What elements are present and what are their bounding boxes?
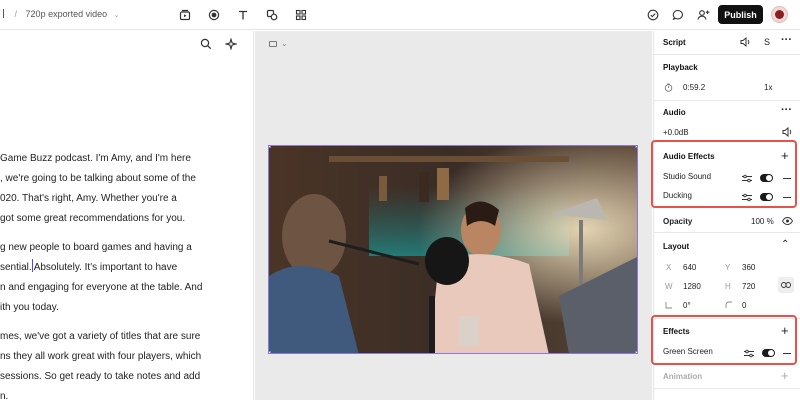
transcript-paragraph[interactable]: Game Buzz podcast. I'm Amy, and I'm here… — [0, 149, 253, 229]
x-label: X — [666, 263, 672, 272]
canvas-layout-selector[interactable]: ⌄ — [269, 39, 288, 48]
rotation-icon — [664, 300, 673, 309]
transcript-line: mes, we've got a variety of titles that … — [0, 331, 201, 342]
transcript-line: , we're going to be talking about some o… — [0, 173, 196, 184]
playback-section-title: Playback — [663, 63, 698, 72]
link-icon[interactable] — [778, 277, 794, 293]
transcript-text: sential. — [0, 262, 32, 273]
add-animation-icon[interactable]: + — [781, 368, 789, 383]
search-icon[interactable] — [199, 37, 213, 51]
w-value[interactable]: 1280 — [683, 282, 701, 291]
transcript-line: 020. That's right, Amy. Whether you're a — [0, 193, 177, 204]
aspect-ratio-icon — [269, 40, 277, 47]
audio-section-title: Audio — [663, 108, 686, 117]
chevron-down-icon[interactable]: ⌄ — [114, 12, 120, 19]
w-label: W — [665, 282, 673, 291]
comment-icon[interactable] — [670, 7, 686, 23]
corner-radius-value[interactable]: 0 — [742, 301, 746, 310]
sparkle-icon[interactable] — [224, 37, 238, 51]
properties-panel: Script S ··· Playback 0:59.2 1x Audio ··… — [651, 31, 800, 400]
eye-icon[interactable] — [781, 216, 793, 226]
transcript-line: sessions. So get ready to take notes and… — [0, 371, 201, 382]
add-user-icon[interactable] — [695, 7, 711, 23]
text-icon[interactable] — [235, 7, 251, 23]
transcript-line: n. — [0, 391, 9, 400]
playback-speed[interactable]: 1x — [764, 83, 772, 92]
timer-icon — [663, 82, 673, 92]
grid-icon[interactable] — [293, 7, 309, 23]
project-title[interactable]: 720p exported video — [26, 9, 108, 19]
video-thumbnail-image — [269, 146, 637, 353]
divider — [654, 54, 800, 55]
h-label: H — [725, 282, 731, 291]
animation-section-title: Animation — [663, 372, 703, 381]
video-frame[interactable] — [268, 145, 638, 354]
speaker-icon[interactable] — [739, 36, 751, 48]
corner-radius-icon — [724, 300, 733, 309]
chevron-up-icon[interactable]: ⌃ — [781, 239, 789, 250]
resize-handle-top-right[interactable] — [635, 146, 637, 148]
transcript-panel: Game Buzz podcast. I'm Amy, and I'm here… — [0, 31, 254, 400]
avatar[interactable] — [771, 6, 788, 23]
speaker-icon[interactable] — [781, 126, 793, 138]
resize-handle-bottom-right[interactable] — [635, 351, 637, 353]
canvas-area[interactable]: ⌄ — [255, 31, 652, 400]
more-options-icon[interactable]: ··· — [781, 104, 792, 116]
transcript-line: g new people to board games and having a — [0, 242, 192, 253]
breadcrumb: / 720p exported video ⌄ — [0, 9, 120, 19]
audio-volume[interactable]: +0.0dB — [663, 128, 689, 137]
transcript-line: n and engaging for everyone at the table… — [0, 282, 203, 293]
transcript-line: Game Buzz podcast. I'm Amy, and I'm here — [0, 153, 191, 164]
y-label: Y — [725, 263, 731, 272]
divider — [654, 100, 800, 101]
divider — [654, 232, 800, 233]
opacity-value[interactable]: 100 % — [751, 217, 774, 226]
media-icon[interactable] — [177, 7, 193, 23]
transcript-line: ith you today. — [0, 302, 59, 313]
record-icon[interactable] — [206, 7, 222, 23]
y-value[interactable]: 360 — [742, 263, 755, 272]
check-icon[interactable] — [645, 7, 661, 23]
transcript-line: ns they all work great with four players… — [0, 351, 202, 362]
speaker-initial[interactable]: S — [764, 37, 770, 47]
transcript-line: sential. Absolutely. It's important to ha… — [0, 258, 253, 278]
rotation-value[interactable]: 0° — [683, 301, 691, 310]
shapes-icon[interactable] — [264, 7, 280, 23]
script-section-title: Script — [663, 38, 686, 47]
effects-highlight — [651, 315, 797, 365]
more-options-icon[interactable]: ··· — [781, 34, 792, 46]
publish-button[interactable]: Publish — [718, 5, 763, 24]
transcript-paragraph[interactable]: g new people to board games and having a… — [0, 238, 253, 318]
x-value[interactable]: 640 — [683, 263, 696, 272]
audio-effects-highlight — [651, 140, 797, 208]
breadcrumb-separator: / — [14, 9, 18, 19]
transcript-paragraph[interactable]: mes, we've got a variety of titles that … — [0, 327, 253, 400]
playback-time[interactable]: 0:59.2 — [683, 83, 705, 92]
chevron-down-icon: ⌄ — [281, 39, 288, 48]
app-window: / 720p exported video ⌄ Publish Game Buz… — [0, 0, 800, 400]
divider — [654, 388, 800, 389]
text-caret — [31, 259, 33, 272]
transcript-line: got some great recommendations for you. — [0, 213, 186, 224]
opacity-label: Opacity — [663, 217, 693, 226]
h-value[interactable]: 720 — [742, 282, 755, 291]
resize-handle-top-left[interactable] — [269, 146, 271, 148]
transcript-text: Absolutely. It's important to have — [33, 262, 178, 273]
resize-handle-bottom-left[interactable] — [269, 351, 271, 353]
top-bar: / 720p exported video ⌄ Publish — [0, 0, 800, 30]
layout-section-title: Layout — [663, 242, 690, 251]
